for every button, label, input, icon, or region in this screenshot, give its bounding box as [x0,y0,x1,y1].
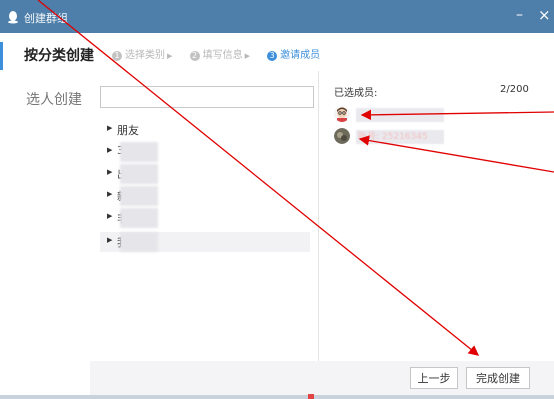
close-button[interactable]: × [538,6,551,24]
expand-arrow-icon[interactable]: ▶ [107,146,112,154]
expand-arrow-icon[interactable]: ▶ [107,168,112,176]
tree-group-item[interactable]: ▶ 非 [100,208,310,228]
finish-create-button[interactable]: 完成创建 [466,367,530,389]
bottom-marker [308,394,314,399]
expand-arrow-icon[interactable]: ▶ [107,236,112,244]
previous-step-button[interactable]: 上一步 [410,367,458,389]
header-row: 按分类创建 1 选择类别 ▶ 2 填写信息 ▶ 3 邀请成员 [0,33,554,71]
redacted-block [120,208,158,228]
title-bar: 创建群组 – × [0,0,554,33]
step-1: 1 选择类别 ▶ [112,46,172,61]
tab-create-by-selection[interactable]: 选人创建 [26,89,82,109]
selected-members-title: 已选成员: [334,88,378,99]
expand-arrow-icon[interactable]: ▶ [107,212,112,220]
member-item[interactable]: 账号: 25216345 [334,128,494,146]
selected-members-count: 2/200 [500,84,529,95]
step-arrow-icon: ▶ [167,52,173,60]
step-3-label: 邀请成员 [280,50,321,61]
tree-group-item[interactable]: ▶ 3 [100,142,310,162]
avatar [334,128,350,144]
tab-create-by-category[interactable]: 按分类创建 [24,45,94,65]
step-3-num: 3 [267,51,278,61]
redacted-block [120,232,158,252]
tree-group-item[interactable]: ▶ 新 [100,186,310,206]
bottom-strip [0,395,554,399]
window-title: 创建群组 [24,12,68,25]
tree-group-item[interactable]: ▶ 朋友 [100,120,310,140]
member-name: 账号: 25216345 [356,130,444,144]
step-1-label: 选择类别 [125,50,165,61]
penguin-icon [8,11,18,24]
member-item[interactable] [334,106,494,124]
redacted-block [120,164,158,184]
tree-group-label: 朋友 [117,124,139,137]
step-1-num: 1 [112,51,122,61]
redacted-block [120,186,158,206]
step-2-num: 2 [189,51,200,61]
step-2-label: 填写信息 [202,50,243,61]
member-name [356,108,444,122]
step-3: 3 邀请成员 [267,46,320,61]
expand-arrow-icon[interactable]: ▶ [107,124,112,132]
tree-group-item[interactable]: ▶ 我 [100,232,310,252]
step-arrow-icon: ▶ [244,52,250,60]
redacted-block [120,142,158,162]
step-indicator: 1 选择类别 ▶ 2 填写信息 ▶ 3 邀请成员 [112,46,334,61]
avatar [334,106,350,122]
tree-group-item[interactable]: ▶ 出 [100,164,310,184]
step-2: 2 填写信息 ▶ [189,46,250,61]
left-tab-column [0,33,90,399]
panel-divider [318,71,319,361]
minimize-button[interactable]: – [516,7,523,23]
search-input[interactable] [100,86,314,108]
expand-arrow-icon[interactable]: ▶ [107,190,112,198]
